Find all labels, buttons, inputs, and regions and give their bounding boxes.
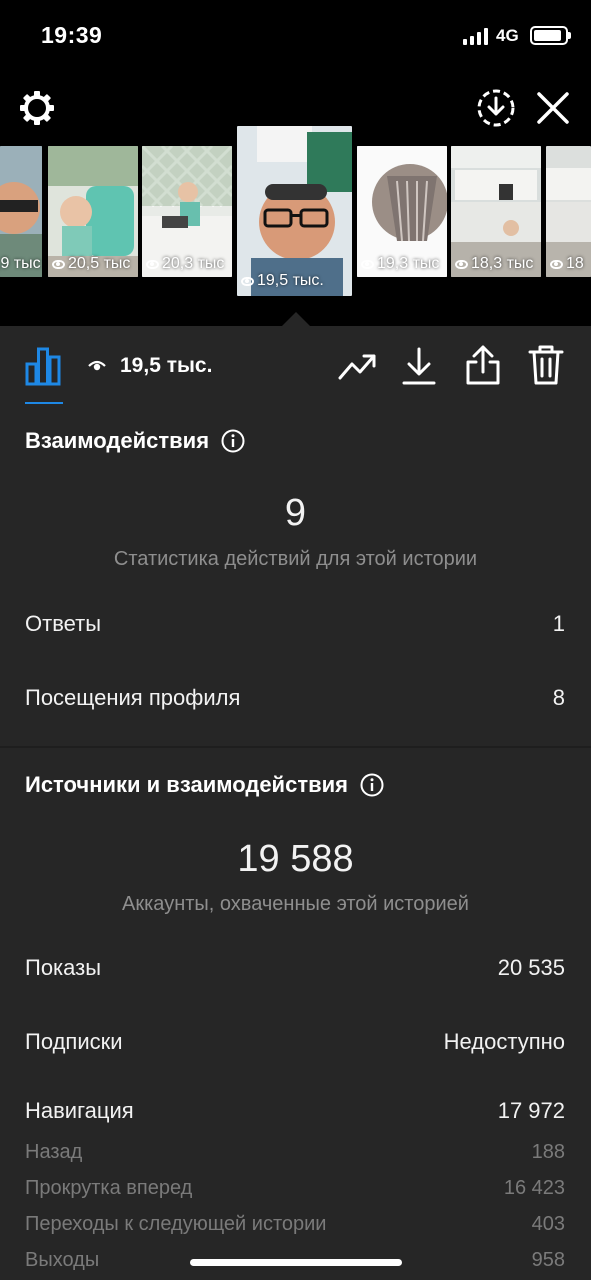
close-icon[interactable] xyxy=(535,90,571,126)
stat-label: Прокрутка вперед xyxy=(25,1177,193,1199)
stat-value: 1 xyxy=(552,611,565,636)
download-icon[interactable] xyxy=(402,346,436,386)
story-thumbnail[interactable]: 20,3 тыс xyxy=(142,146,232,277)
interactions-caption: Статистика действий для этой истории xyxy=(113,548,478,570)
reach-total: 19 588 xyxy=(237,838,354,880)
trash-icon[interactable] xyxy=(528,344,564,386)
share-icon[interactable] xyxy=(465,344,501,386)
story-view-count: 20,3 тыс xyxy=(146,255,224,273)
story-thumbnail[interactable]: ,9 тыс xyxy=(0,146,42,277)
active-story-pointer xyxy=(281,312,311,327)
nav-row-forward: Прокрутка вперед 16 423 xyxy=(25,1177,565,1200)
discovery-heading: Источники и взаимодействия xyxy=(25,772,384,798)
stat-value: Недоступно xyxy=(443,1029,565,1054)
stat-label: Навигация xyxy=(25,1098,134,1123)
story-thumbnail[interactable]: 18 xyxy=(546,146,591,277)
stat-value: 188 xyxy=(531,1141,565,1163)
story-thumbnail[interactable]: 19,3 тыс xyxy=(357,146,447,277)
interactions-title: Взаимодействия xyxy=(25,428,210,453)
eye-icon xyxy=(88,360,106,371)
eye-icon xyxy=(455,259,468,269)
eye-icon xyxy=(361,259,374,269)
download-circle-icon[interactable] xyxy=(476,88,516,128)
story-view-count: 18 xyxy=(550,255,584,273)
story-view-count: 19,3 тыс xyxy=(361,255,439,273)
stat-value: 16 423 xyxy=(503,1177,565,1199)
story-thumbnail[interactable]: 20,5 тыс xyxy=(48,146,138,277)
views-summary: 19,5 тыс. xyxy=(88,354,212,378)
active-tab-indicator xyxy=(25,402,63,404)
stat-label: Назад xyxy=(25,1141,83,1163)
battery-icon xyxy=(530,26,571,45)
gear-icon[interactable] xyxy=(18,89,56,127)
reach-caption: Аккаунты, охваченные этой историей xyxy=(122,893,469,915)
home-indicator[interactable] xyxy=(190,1259,402,1266)
section-divider xyxy=(0,746,591,748)
status-time: 19:39 xyxy=(41,22,103,48)
network-type: 4G xyxy=(496,26,519,45)
discovery-title: Источники и взаимодействия xyxy=(25,772,348,797)
nav-row-next-story: Переходы к следующей истории 403 xyxy=(25,1213,565,1236)
stat-value: 20 535 xyxy=(497,955,565,980)
stat-value: 17 972 xyxy=(497,1098,565,1123)
story-view-count: 19,5 тыс. xyxy=(241,272,324,290)
eye-icon xyxy=(146,259,159,269)
stat-label: Показы xyxy=(25,955,102,980)
interactions-total: 9 xyxy=(284,492,307,534)
stat-value: 403 xyxy=(531,1213,565,1235)
stat-row-impressions: Показы 20 535 xyxy=(25,955,565,981)
stat-row-replies: Ответы 1 xyxy=(25,611,565,637)
stat-value: 958 xyxy=(531,1249,565,1271)
story-thumbnail[interactable]: 18,3 тыс xyxy=(451,146,541,277)
stat-label: Посещения профиля xyxy=(25,685,241,710)
info-icon[interactable] xyxy=(360,773,384,797)
story-view-count: 20,5 тыс xyxy=(52,255,130,273)
eye-icon xyxy=(550,259,563,269)
trend-icon[interactable] xyxy=(338,350,378,382)
bar-chart-icon[interactable] xyxy=(25,346,61,386)
stat-label: Ответы xyxy=(25,611,102,636)
insights-toolbar: 19,5 тыс. xyxy=(0,326,591,406)
eye-icon xyxy=(52,259,65,269)
stat-label: Подписки xyxy=(25,1029,123,1054)
eye-icon xyxy=(241,276,254,286)
views-count: 19,5 тыс. xyxy=(120,354,213,377)
stat-label: Переходы к следующей истории xyxy=(25,1213,327,1235)
story-strip[interactable]: ,9 тыс 20,5 тыс 20,3 тыс 19,5 тыс. 19,3 … xyxy=(0,126,591,298)
stat-row-follows: Подписки Недоступно xyxy=(25,1029,565,1055)
info-icon[interactable] xyxy=(221,429,245,453)
stat-value: 8 xyxy=(552,685,565,710)
status-bar: 19:39 4G xyxy=(0,0,591,72)
story-view-count: 18,3 тыс xyxy=(455,255,533,273)
story-view-count: ,9 тыс xyxy=(0,255,41,272)
stat-label: Выходы xyxy=(25,1249,100,1271)
interactions-heading: Взаимодействия xyxy=(25,428,245,454)
insights-panel: 19,5 тыс. Взаимодействия 9 Статистика де… xyxy=(0,326,591,1280)
signal-icon xyxy=(463,28,488,45)
story-thumbnail-active[interactable]: 19,5 тыс. xyxy=(237,126,352,296)
nav-row-back: Назад 188 xyxy=(25,1141,565,1164)
stat-row-profile-visits: Посещения профиля 8 xyxy=(25,685,565,711)
stat-row-navigation: Навигация 17 972 xyxy=(25,1098,565,1124)
